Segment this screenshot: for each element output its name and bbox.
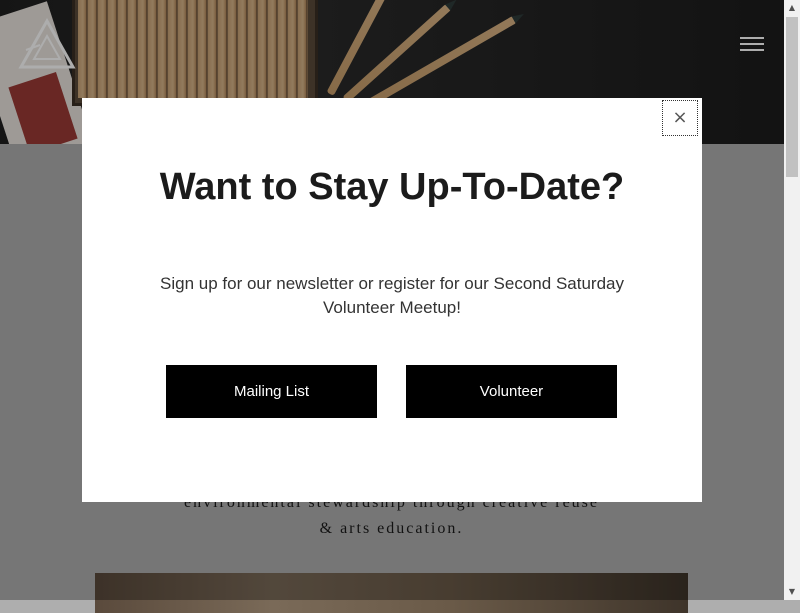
- mailing-list-button[interactable]: Mailing List: [166, 365, 377, 418]
- scroll-down-arrow-icon[interactable]: ▼: [784, 584, 800, 600]
- scrollbar-thumb[interactable]: [786, 17, 798, 177]
- newsletter-modal: × Want to Stay Up-To-Date? Sign up for o…: [82, 98, 702, 502]
- modal-title: Want to Stay Up-To-Date?: [159, 166, 625, 208]
- volunteer-button[interactable]: Volunteer: [406, 365, 617, 418]
- modal-description: Sign up for our newsletter or register f…: [160, 274, 624, 317]
- scroll-up-arrow-icon[interactable]: ▲: [784, 0, 800, 16]
- vertical-scrollbar[interactable]: ▲ ▼: [784, 0, 800, 600]
- close-icon[interactable]: ×: [662, 100, 698, 136]
